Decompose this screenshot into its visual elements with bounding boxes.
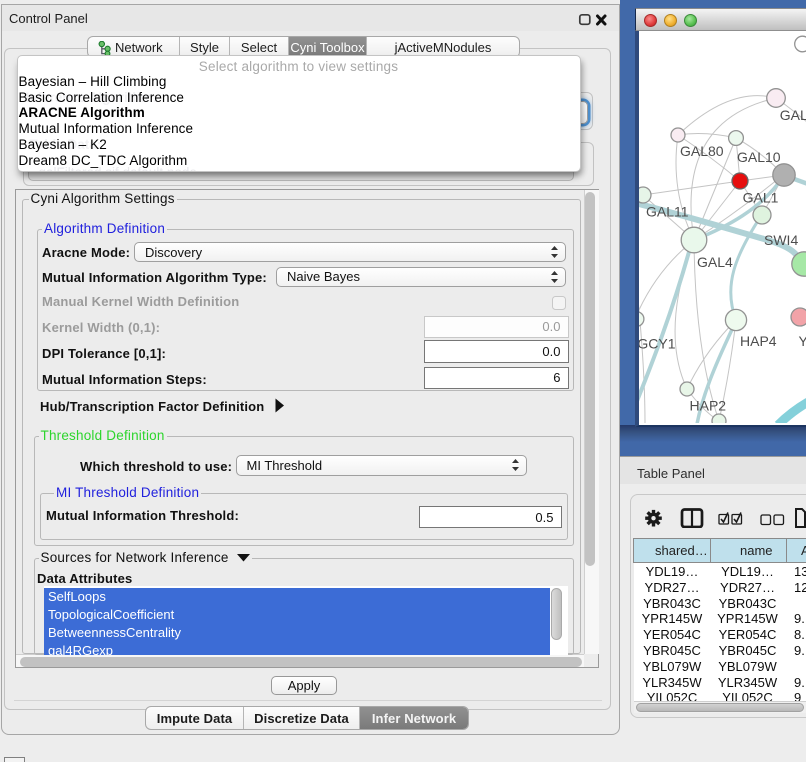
svg-text:GAL1: GAL1	[743, 190, 779, 206]
svg-text:GAL80: GAL80	[680, 143, 724, 159]
svg-text:GAL11: GAL11	[646, 204, 689, 220]
svg-text:SWI4: SWI4	[764, 232, 798, 248]
svg-text:GAL4: GAL4	[697, 254, 733, 270]
svg-text:GCY1: GCY1	[639, 336, 676, 352]
svg-text:HAP4: HAP4	[740, 333, 777, 349]
svg-text:Y: Y	[799, 333, 806, 349]
svg-text:HAP2: HAP2	[690, 398, 727, 414]
svg-text:GAL10: GAL10	[737, 149, 781, 165]
svg-text:GAL: GAL	[780, 107, 806, 123]
